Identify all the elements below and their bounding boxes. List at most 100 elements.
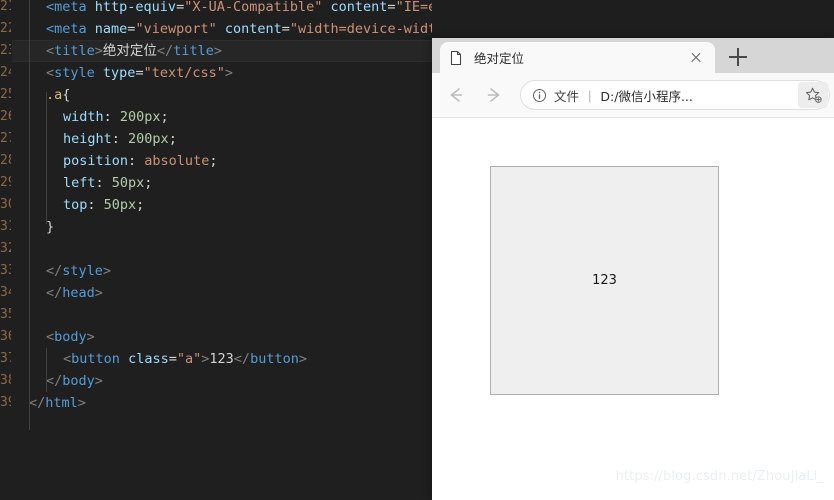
- code-line[interactable]: </style>: [46, 260, 111, 282]
- line-number: 26: [0, 109, 11, 124]
- screenshot-root: 21 22 23 24 25 26 27 28 29 30 31 32 33 34 35 36 37 38 39 <…: [0, 0, 834, 500]
- code-token: a: [184, 351, 194, 367]
- code-line[interactable]: height: 200px;: [63, 128, 177, 150]
- line-number: 21: [0, 0, 11, 14]
- code-token: 绝对定位: [102, 43, 157, 59]
- code-token: ;: [136, 197, 145, 213]
- code-token: body: [54, 329, 87, 345]
- code-token: title: [54, 43, 95, 59]
- browser-tab-title: 绝对定位: [474, 51, 525, 66]
- code-line[interactable]: <meta name="viewport" content="width=dev…: [46, 18, 432, 40]
- code-token: :: [103, 109, 120, 125]
- code-line[interactable]: <style type="text/css">: [46, 62, 233, 84]
- close-icon[interactable]: [687, 49, 705, 67]
- code-token: style: [54, 65, 95, 81]
- code-token: head: [62, 285, 95, 301]
- code-token: class: [128, 351, 169, 367]
- code-line[interactable]: position: absolute;: [63, 150, 217, 172]
- code-token: body: [62, 373, 95, 389]
- indent-guide: [29, 0, 30, 430]
- code-token: height: [63, 131, 112, 147]
- code-line[interactable]: <body>: [46, 326, 95, 348]
- code-editor-pane: 21 22 23 24 25 26 27 28 29 30 31 32 33 34 35 36 37 38 39 <…: [0, 0, 432, 500]
- line-number: 39: [0, 395, 11, 410]
- code-token: </: [156, 43, 174, 59]
- code-token: "width=device-width, initial-scale=1.0": [289, 21, 432, 37]
- code-token: style: [62, 263, 103, 279]
- code-token: >: [94, 43, 103, 59]
- browser-tabstrip: 绝对定位: [432, 38, 834, 73]
- line-number: 28: [0, 153, 11, 168]
- line-number: 23: [0, 43, 11, 58]
- code-token: 50px: [103, 197, 137, 213]
- indent-guide: [46, 348, 47, 392]
- code-content-area[interactable]: <meta http-equiv="X-UA-Compatible" conte…: [12, 0, 432, 500]
- code-line[interactable]: <button class="a">123</button>: [63, 348, 307, 370]
- code-line[interactable]: </head>: [46, 282, 103, 304]
- browser-tab[interactable]: 绝对定位: [440, 42, 715, 73]
- code-token: </: [233, 351, 251, 367]
- code-token: ;: [168, 131, 177, 147]
- page-viewport: 123 https://blog.csdn.net/ZhouJiaLi_: [432, 118, 834, 500]
- code-line[interactable]: left: 50px;: [63, 172, 152, 194]
- code-token: }: [46, 219, 55, 235]
- back-button[interactable]: [438, 78, 472, 112]
- url-separator: |: [588, 87, 592, 103]
- code-token: width: [63, 109, 104, 125]
- code-token: =: [135, 65, 144, 81]
- code-token: </: [46, 373, 63, 389]
- code-line[interactable]: .a{: [46, 84, 70, 106]
- star-add-icon[interactable]: [798, 82, 828, 108]
- code-line[interactable]: <title>绝对定位</title>: [46, 40, 222, 62]
- code-line[interactable]: top: 50px;: [63, 194, 144, 216]
- code-token: >: [86, 329, 95, 345]
- absolute-positioned-button[interactable]: 123: [490, 166, 719, 395]
- code-line[interactable]: </html>: [29, 392, 86, 414]
- code-token: name: [94, 21, 128, 37]
- code-token: content: [330, 0, 388, 15]
- code-token: "X-UA-Compatible": [184, 0, 323, 15]
- new-tab-button[interactable]: [727, 46, 749, 68]
- code-token: top: [63, 197, 88, 213]
- code-token: >: [224, 65, 233, 81]
- code-token: <: [46, 65, 55, 81]
- browser-toolbar: 文件 | D:/微信小程序...: [432, 73, 834, 118]
- line-number: 27: [0, 131, 11, 146]
- code-token: content: [224, 21, 282, 37]
- indent-guide: [46, 92, 47, 224]
- code-token: :: [128, 153, 145, 169]
- line-number: 35: [0, 307, 11, 322]
- code-token: =: [387, 0, 396, 15]
- code-line[interactable]: <meta http-equiv="X-UA-Compatible" conte…: [46, 0, 432, 18]
- code-line[interactable]: </body>: [46, 370, 103, 392]
- code-token: 200px: [119, 109, 161, 125]
- code-token: =: [168, 351, 177, 367]
- code-token: </: [29, 395, 46, 411]
- code-token: "text/css": [143, 65, 225, 81]
- code-token: 123: [209, 351, 234, 367]
- code-token: </: [46, 263, 63, 279]
- code-token: title: [173, 43, 214, 59]
- line-number: 25: [0, 87, 11, 102]
- line-number: 22: [0, 21, 11, 36]
- code-token: ": [176, 351, 185, 367]
- code-token: .a: [46, 87, 63, 103]
- code-token: >: [102, 263, 112, 279]
- line-number: 34: [0, 285, 11, 300]
- url-text: D:/微信小程序...: [600, 88, 693, 104]
- forward-button[interactable]: [478, 78, 512, 112]
- code-token: 200px: [128, 131, 169, 147]
- code-token: 50px: [111, 175, 145, 191]
- code-token: <: [63, 351, 72, 367]
- info-circle-icon: [532, 88, 547, 103]
- code-line[interactable]: width: 200px;: [63, 106, 169, 128]
- browser-window: 绝对定位 文件 | D:/微信小程序... 123 https://blog.c…: [432, 38, 834, 500]
- address-bar[interactable]: 文件 | D:/微信小程序...: [520, 80, 830, 110]
- code-token: >: [213, 43, 222, 59]
- code-line[interactable]: }: [46, 216, 54, 238]
